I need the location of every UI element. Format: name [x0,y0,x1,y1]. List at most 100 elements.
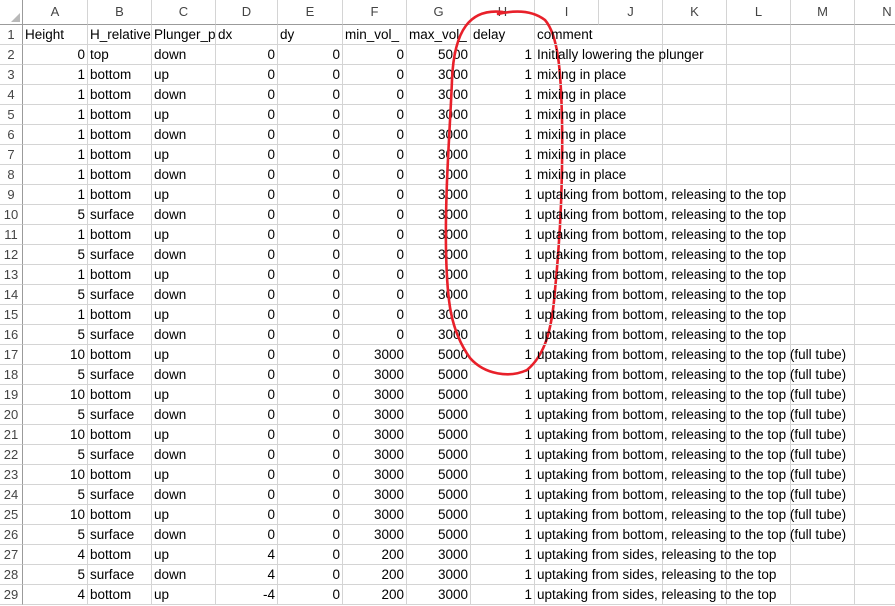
table-cell[interactable]: surface [88,405,152,425]
table-cell[interactable]: down [152,165,216,185]
table-cell[interactable]: 1 [23,305,88,325]
table-cell[interactable]: 0 [343,165,407,185]
table-cell[interactable]: 4 [216,565,278,585]
table-cell[interactable]: 0 [216,505,278,525]
table-cell[interactable]: uptaking from bottom, releasing to the t… [535,485,855,505]
table-cell[interactable]: bottom [88,105,152,125]
header-cell[interactable]: dx [216,25,278,45]
table-cell[interactable] [855,425,895,445]
table-cell[interactable]: 5 [23,485,88,505]
table-cell[interactable]: up [152,505,216,525]
table-cell[interactable]: 0 [278,145,343,165]
column-header-h[interactable]: H [471,0,535,25]
spreadsheet-grid[interactable]: A B C D E F G H I J K L M N 1 Height H_relative Plunger_p… [0,0,895,606]
row-header[interactable]: 14 [0,285,23,305]
table-cell[interactable]: mixing in place [535,65,855,85]
table-cell[interactable]: 0 [216,465,278,485]
table-cell[interactable]: 0 [216,485,278,505]
table-cell[interactable]: up [152,65,216,85]
table-cell[interactable] [855,445,895,465]
column-header-a[interactable]: A [23,0,88,25]
table-cell[interactable]: 3000 [407,305,471,325]
row-header[interactable]: 13 [0,265,23,285]
table-cell[interactable]: down [152,485,216,505]
table-cell[interactable]: 3000 [407,105,471,125]
table-cell[interactable]: surface [88,445,152,465]
table-cell[interactable]: 0 [343,245,407,265]
row-header[interactable]: 20 [0,405,23,425]
table-cell[interactable]: 5 [23,365,88,385]
table-cell[interactable]: bottom [88,385,152,405]
table-cell[interactable]: uptaking from bottom, releasing to the t… [535,325,855,345]
table-cell[interactable]: 5000 [407,365,471,385]
table-cell[interactable]: 0 [278,485,343,505]
table-cell[interactable]: 3000 [407,85,471,105]
column-header-f[interactable]: F [343,0,407,25]
table-cell[interactable]: uptaking from bottom, releasing to the t… [535,305,855,325]
table-cell[interactable]: 3000 [343,385,407,405]
table-cell[interactable]: 0 [278,385,343,405]
table-cell[interactable]: surface [88,565,152,585]
table-cell[interactable] [855,485,895,505]
table-cell[interactable]: 1 [471,485,535,505]
table-cell[interactable]: uptaking from bottom, releasing to the t… [535,405,855,425]
table-cell[interactable]: uptaking from bottom, releasing to the t… [535,505,855,525]
table-cell[interactable]: 4 [23,545,88,565]
table-cell[interactable]: 5 [23,325,88,345]
table-cell[interactable]: up [152,225,216,245]
table-cell[interactable]: 4 [23,585,88,605]
table-cell[interactable] [855,365,895,385]
table-cell[interactable]: 1 [471,145,535,165]
table-cell[interactable]: uptaking from bottom, releasing to the t… [535,385,855,405]
table-cell[interactable]: 0 [216,365,278,385]
table-cell[interactable]: 1 [471,65,535,85]
table-cell[interactable]: 0 [278,345,343,365]
table-cell[interactable]: 0 [278,85,343,105]
header-cell[interactable]: min_vol_ [343,25,407,45]
table-cell[interactable] [855,165,895,185]
table-cell[interactable]: uptaking from bottom, releasing to the t… [535,205,855,225]
table-cell[interactable]: 1 [471,165,535,185]
table-cell[interactable]: 0 [343,145,407,165]
table-cell[interactable]: 5000 [407,385,471,405]
table-cell[interactable]: 1 [471,365,535,385]
table-cell[interactable]: 1 [471,525,535,545]
table-cell[interactable]: up [152,545,216,565]
table-cell[interactable]: 0 [343,125,407,145]
table-cell[interactable] [855,325,895,345]
table-cell[interactable]: 1 [23,225,88,245]
table-cell[interactable]: 1 [471,85,535,105]
row-header[interactable]: 12 [0,245,23,265]
table-cell[interactable]: top [88,45,152,65]
header-cell[interactable]: delay [471,25,535,45]
table-cell[interactable]: uptaking from sides, releasing to the to… [535,545,855,565]
table-cell[interactable]: 0 [278,125,343,145]
table-cell[interactable]: down [152,445,216,465]
table-cell[interactable]: 200 [343,585,407,605]
table-cell[interactable]: bottom [88,165,152,185]
table-cell[interactable]: 1 [23,185,88,205]
table-cell[interactable]: -4 [216,585,278,605]
table-cell[interactable]: 1 [23,65,88,85]
table-cell[interactable] [855,405,895,425]
table-cell[interactable]: 3000 [407,225,471,245]
table-cell[interactable]: 0 [278,405,343,425]
column-header-c[interactable]: C [152,0,216,25]
table-cell[interactable]: 1 [471,265,535,285]
table-cell[interactable]: 1 [471,105,535,125]
table-cell[interactable]: 5000 [407,465,471,485]
table-cell[interactable]: uptaking from bottom, releasing to the t… [535,525,855,545]
table-cell[interactable]: 0 [216,385,278,405]
column-header-e[interactable]: E [278,0,343,25]
table-cell[interactable]: down [152,285,216,305]
table-cell[interactable]: 5 [23,245,88,265]
table-cell[interactable]: bottom [88,305,152,325]
table-cell[interactable]: uptaking from sides, releasing to the to… [535,585,855,605]
table-cell[interactable]: uptaking from bottom, releasing to the t… [535,265,855,285]
table-cell[interactable]: 0 [216,425,278,445]
table-cell[interactable]: 5000 [407,445,471,465]
column-header-m[interactable]: M [791,0,855,25]
table-cell[interactable]: 3000 [407,65,471,85]
table-cell[interactable]: uptaking from bottom, releasing to the t… [535,425,855,445]
row-header[interactable]: 9 [0,185,23,205]
